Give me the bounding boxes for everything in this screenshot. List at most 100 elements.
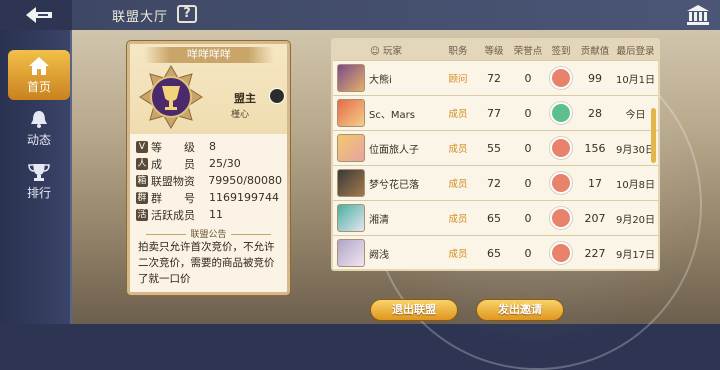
member-name: Sc、Mars (369, 109, 415, 121)
column-level[interactable]: 等级 (477, 43, 511, 57)
sidebar-item-label: 首页 (26, 79, 51, 94)
stat-label: 等 级 (151, 140, 195, 154)
member-avatar[interactable] (337, 239, 365, 267)
guild-info-panel: 咩咩咩咩 盟主 槿心 V 等 级 8 人 成 员 25/30 箱 联盟物资 79… (127, 41, 290, 295)
table-row[interactable]: 湘清 成员 65 0 207 9月20日 (333, 200, 658, 235)
member-honor: 0 (524, 211, 532, 225)
member-contribution: 28 (588, 106, 602, 120)
guild-name: 咩咩咩咩 (144, 47, 274, 63)
sign-pending-icon (550, 67, 572, 89)
back-button[interactable] (22, 4, 56, 26)
leader-name: 槿心 (231, 110, 250, 120)
person-icon: 人 (136, 157, 148, 170)
member-honor: 0 (524, 141, 532, 155)
member-level: 72 (487, 71, 501, 85)
member-avatar[interactable] (337, 134, 365, 162)
page-title: 联盟大厅 (112, 10, 169, 25)
sign-pending-icon (550, 207, 572, 229)
members-scrollbar[interactable] (651, 108, 656, 163)
table-row[interactable]: 阙浅 成员 65 0 227 9月17日 (333, 235, 658, 269)
top-bar: 联盟大厅 ? (0, 0, 720, 30)
column-contribution[interactable]: 贡献值 (577, 43, 613, 57)
sidebar: 首页 动态 排行 (0, 30, 72, 324)
table-row[interactable]: 梦兮花已落 成员 72 0 17 10月8日 (333, 165, 658, 200)
sign-pending-icon (550, 137, 572, 159)
stat-value: 8 (209, 140, 216, 153)
sidebar-item-home[interactable]: 首页 (8, 50, 70, 100)
member-name: 阙浅 (369, 249, 389, 261)
column-honor[interactable]: 荣誉点 (511, 43, 545, 57)
sidebar-item-activity[interactable]: 动态 (8, 103, 70, 153)
question-icon[interactable]: ? (177, 5, 197, 23)
home-icon (29, 56, 49, 75)
stat-label: 群 号 (151, 191, 195, 205)
sign-cell (545, 102, 577, 124)
table-row[interactable]: 位面旅人子 成员 55 0 156 9月30日 (333, 130, 658, 165)
member-role: 成员 (448, 109, 468, 120)
sign-done-icon (550, 102, 572, 124)
member-last-login: 10月1日 (615, 74, 656, 86)
member-last-login: 9月20日 (615, 214, 656, 226)
member-role: 顾问 (448, 74, 468, 85)
back-arrow-icon (26, 7, 52, 23)
leader-title: 盟主 (234, 92, 256, 105)
member-level: 72 (487, 176, 501, 190)
sign-cell (545, 137, 577, 159)
column-player[interactable]: ☺ 玩家 (333, 43, 439, 57)
member-role: 成员 (448, 179, 468, 190)
member-avatar[interactable] (337, 64, 365, 92)
member-level: 77 (487, 106, 501, 120)
column-sign[interactable]: 签到 (545, 43, 577, 57)
stat-label: 活跃成员 (151, 208, 195, 222)
guild-emblem-icon (139, 65, 203, 129)
member-last-login: 10月8日 (615, 179, 656, 191)
stat-value: 25/30 (209, 157, 241, 170)
member-honor: 0 (524, 176, 532, 190)
member-name: 湘清 (369, 214, 389, 226)
notice-text: 拍卖只允许首次竞价，不允许二次竞价，需要的商品被竞价了就一口价 (138, 241, 275, 285)
bank-icon[interactable] (686, 4, 710, 26)
member-honor: 0 (524, 246, 532, 260)
sign-cell (545, 207, 577, 229)
stat-value: 79950/80080 (208, 174, 282, 187)
member-name: 大熊i (369, 74, 392, 86)
table-row[interactable]: Sc、Mars 成员 77 0 28 今日 (333, 95, 658, 130)
member-honor: 0 (524, 106, 532, 120)
sidebar-item-ranking[interactable]: 排行 (8, 156, 70, 206)
column-last-login[interactable]: 最后登录 (613, 43, 658, 57)
member-role: 成员 (448, 214, 468, 225)
member-contribution: 156 (584, 141, 606, 155)
sign-cell (545, 172, 577, 194)
member-role: 成员 (448, 144, 468, 155)
trophy-icon (28, 163, 50, 181)
sign-cell (545, 67, 577, 89)
member-level: 65 (487, 246, 501, 260)
stat-members: 人 成 员 25/30 (136, 155, 282, 172)
bell-icon (31, 110, 47, 128)
member-avatar[interactable] (337, 99, 365, 127)
member-last-login: 9月17日 (615, 249, 656, 261)
members-table: ☺ 玩家 职务 等级 荣誉点 签到 贡献值 最后登录 大熊i 顾问 72 0 9… (331, 38, 660, 271)
sign-pending-icon (550, 242, 572, 264)
stat-supplies: 箱 联盟物资 79950/80080 (136, 172, 282, 189)
group-icon: 群 (136, 191, 148, 204)
level-icon: V (136, 140, 148, 153)
sign-cell (545, 242, 577, 264)
leave-guild-button[interactable]: 退出联盟 (370, 299, 458, 321)
member-honor: 0 (524, 71, 532, 85)
table-row[interactable]: 大熊i 顾问 72 0 99 10月1日 (333, 60, 658, 95)
player-icon: ☺ (370, 46, 383, 57)
guild-header: 咩咩咩咩 盟主 槿心 (130, 44, 287, 134)
leader-avatar[interactable] (269, 88, 285, 104)
member-contribution: 99 (588, 71, 602, 85)
member-level: 55 (487, 141, 501, 155)
table-header: ☺ 玩家 职务 等级 荣誉点 签到 贡献值 最后登录 (333, 40, 658, 60)
send-invite-button[interactable]: 发出邀请 (476, 299, 564, 321)
member-contribution: 17 (588, 176, 602, 190)
column-role[interactable]: 职务 (439, 43, 477, 57)
member-avatar[interactable] (337, 204, 365, 232)
member-avatar[interactable] (337, 169, 365, 197)
stat-label: 成 员 (151, 157, 195, 171)
stat-level: V 等 级 8 (136, 138, 282, 155)
member-level: 65 (487, 211, 501, 225)
